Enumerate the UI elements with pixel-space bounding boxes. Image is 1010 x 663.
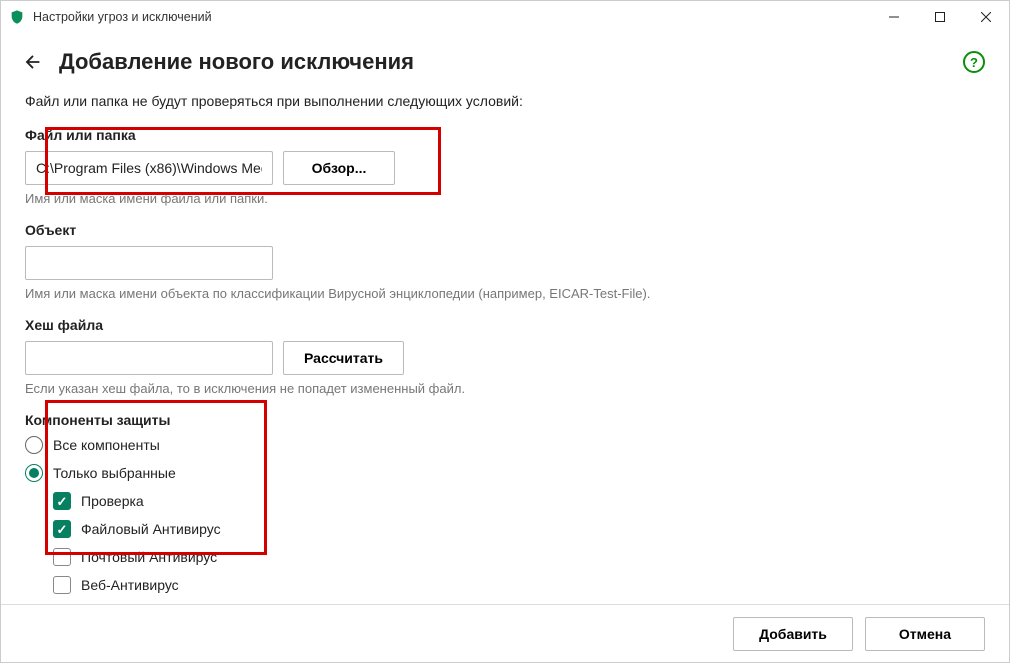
hash-hint: Если указан хеш файла, то в исключения н…: [25, 381, 985, 396]
maximize-button[interactable]: [917, 1, 963, 33]
file-hint: Имя или маска имени файла или папки.: [25, 191, 985, 206]
radio-selected-label: Только выбранные: [53, 465, 176, 481]
help-icon[interactable]: ?: [963, 51, 985, 73]
file-path-input[interactable]: [25, 151, 273, 185]
check-item-file-av[interactable]: Файловый Антивирус: [53, 520, 985, 538]
check-label: Файловый Антивирус: [81, 521, 221, 537]
footer: Добавить Отмена: [1, 604, 1009, 662]
components-label: Компоненты защиты: [25, 412, 985, 428]
minimize-button[interactable]: [871, 1, 917, 33]
check-label: Почтовый Антивирус: [81, 549, 217, 565]
close-button[interactable]: [963, 1, 1009, 33]
check-label: Проверка: [81, 493, 144, 509]
compute-hash-button[interactable]: Рассчитать: [283, 341, 404, 375]
hash-input[interactable]: [25, 341, 273, 375]
component-checklist: Проверка Файловый Антивирус Почтовый Ант…: [25, 492, 985, 594]
page-header: Добавление нового исключения ?: [1, 33, 1009, 93]
add-button[interactable]: Добавить: [733, 617, 853, 651]
checkbox-icon: [53, 576, 71, 594]
check-item-mail-av[interactable]: Почтовый Антивирус: [53, 548, 985, 566]
app-shield-icon: [9, 9, 25, 25]
object-hint: Имя или маска имени объекта по классифик…: [25, 286, 985, 301]
intro-text: Файл или папка не будут проверяться при …: [25, 93, 985, 109]
checkbox-icon: [53, 520, 71, 538]
object-input[interactable]: [25, 246, 273, 280]
window-title: Настройки угроз и исключений: [33, 10, 212, 24]
radio-all-components[interactable]: Все компоненты: [25, 436, 985, 454]
check-label: Веб-Антивирус: [81, 577, 179, 593]
checkbox-icon: [53, 548, 71, 566]
check-item-web-av[interactable]: Веб-Антивирус: [53, 576, 985, 594]
checkbox-icon: [53, 492, 71, 510]
file-or-folder-label: Файл или папка: [25, 127, 985, 143]
browse-button[interactable]: Обзор...: [283, 151, 395, 185]
cancel-button[interactable]: Отмена: [865, 617, 985, 651]
content-area: Файл или папка не будут проверяться при …: [1, 93, 1009, 604]
titlebar: Настройки угроз и исключений: [1, 1, 1009, 33]
back-arrow-icon[interactable]: [21, 50, 45, 74]
hash-label: Хеш файла: [25, 317, 985, 333]
page-title: Добавление нового исключения: [59, 49, 414, 75]
object-label: Объект: [25, 222, 985, 238]
radio-all-label: Все компоненты: [53, 437, 160, 453]
check-item-scan[interactable]: Проверка: [53, 492, 985, 510]
radio-icon: [25, 464, 43, 482]
radio-icon: [25, 436, 43, 454]
radio-selected-components[interactable]: Только выбранные: [25, 464, 985, 482]
